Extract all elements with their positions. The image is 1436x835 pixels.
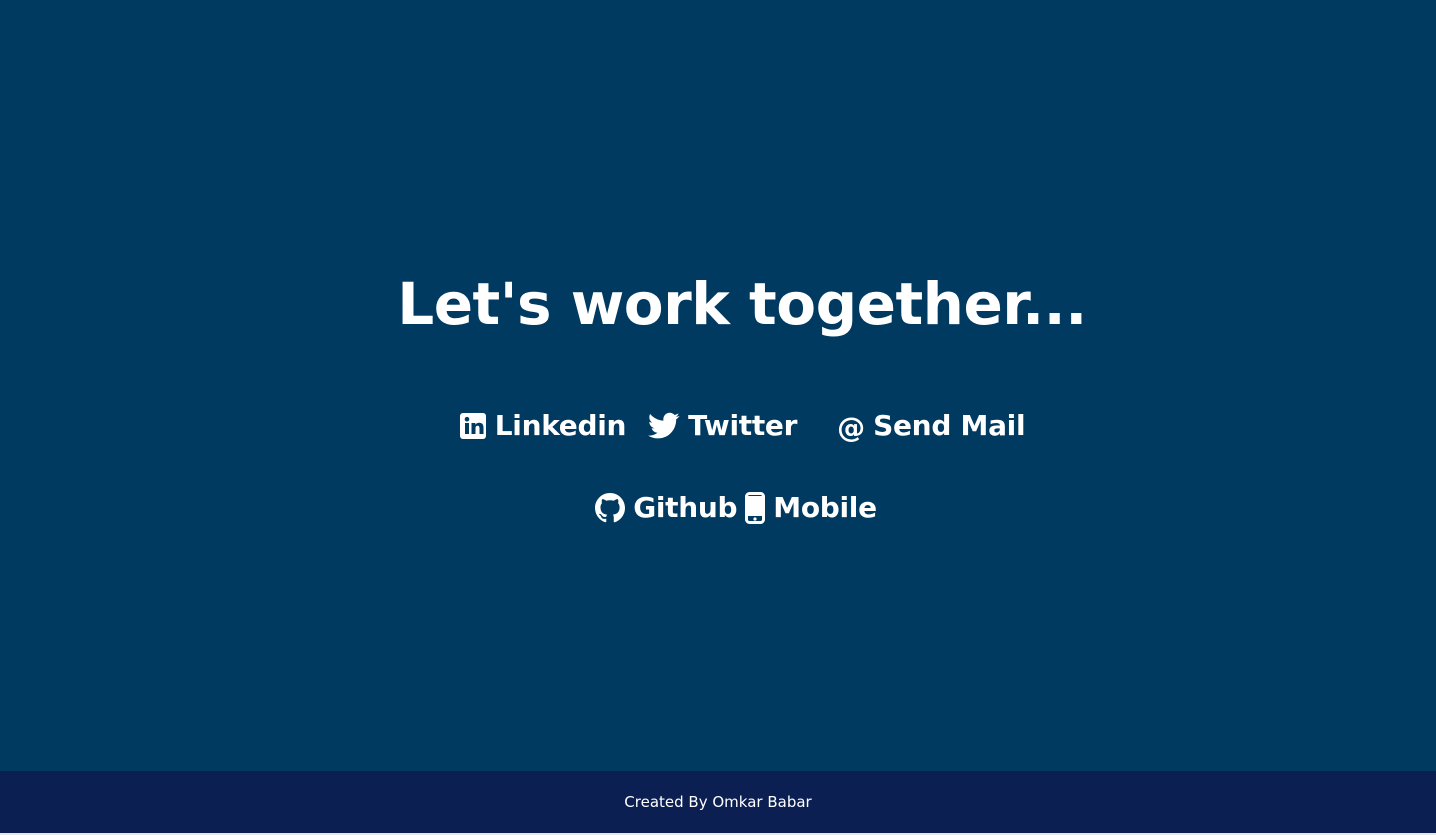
twitter-icon <box>648 412 680 440</box>
mobile-link[interactable]: Mobile <box>745 488 877 528</box>
github-link[interactable]: Github <box>595 488 738 528</box>
twitter-label: Twitter <box>688 409 798 442</box>
at-sign-icon: @ <box>837 411 866 444</box>
contact-heading: Let's work together... <box>397 270 1087 338</box>
twitter-link[interactable]: Twitter <box>648 406 797 446</box>
github-icon <box>595 493 626 523</box>
contact-links-row-2: Github Mobile <box>0 487 1436 528</box>
mobile-label: Mobile <box>773 491 877 524</box>
contact-section: Let's work together... Linkedin Twitter … <box>0 0 1436 771</box>
github-label: Github <box>633 491 738 524</box>
mobile-phone-icon <box>745 492 766 524</box>
linkedin-icon <box>459 412 487 440</box>
linkedin-label: Linkedin <box>494 409 627 442</box>
send-mail-link[interactable]: @ Send Mail <box>837 406 1025 446</box>
linkedin-link[interactable]: Linkedin <box>459 406 626 446</box>
page: Let's work together... Linkedin Twitter … <box>0 0 1436 835</box>
contact-links-row-1: Linkedin Twitter @ Send Mail <box>0 405 1436 446</box>
footer-credit: Created By Omkar Babar <box>624 793 812 811</box>
footer: Created By Omkar Babar <box>0 771 1436 833</box>
send-mail-label: Send Mail <box>873 409 1026 442</box>
